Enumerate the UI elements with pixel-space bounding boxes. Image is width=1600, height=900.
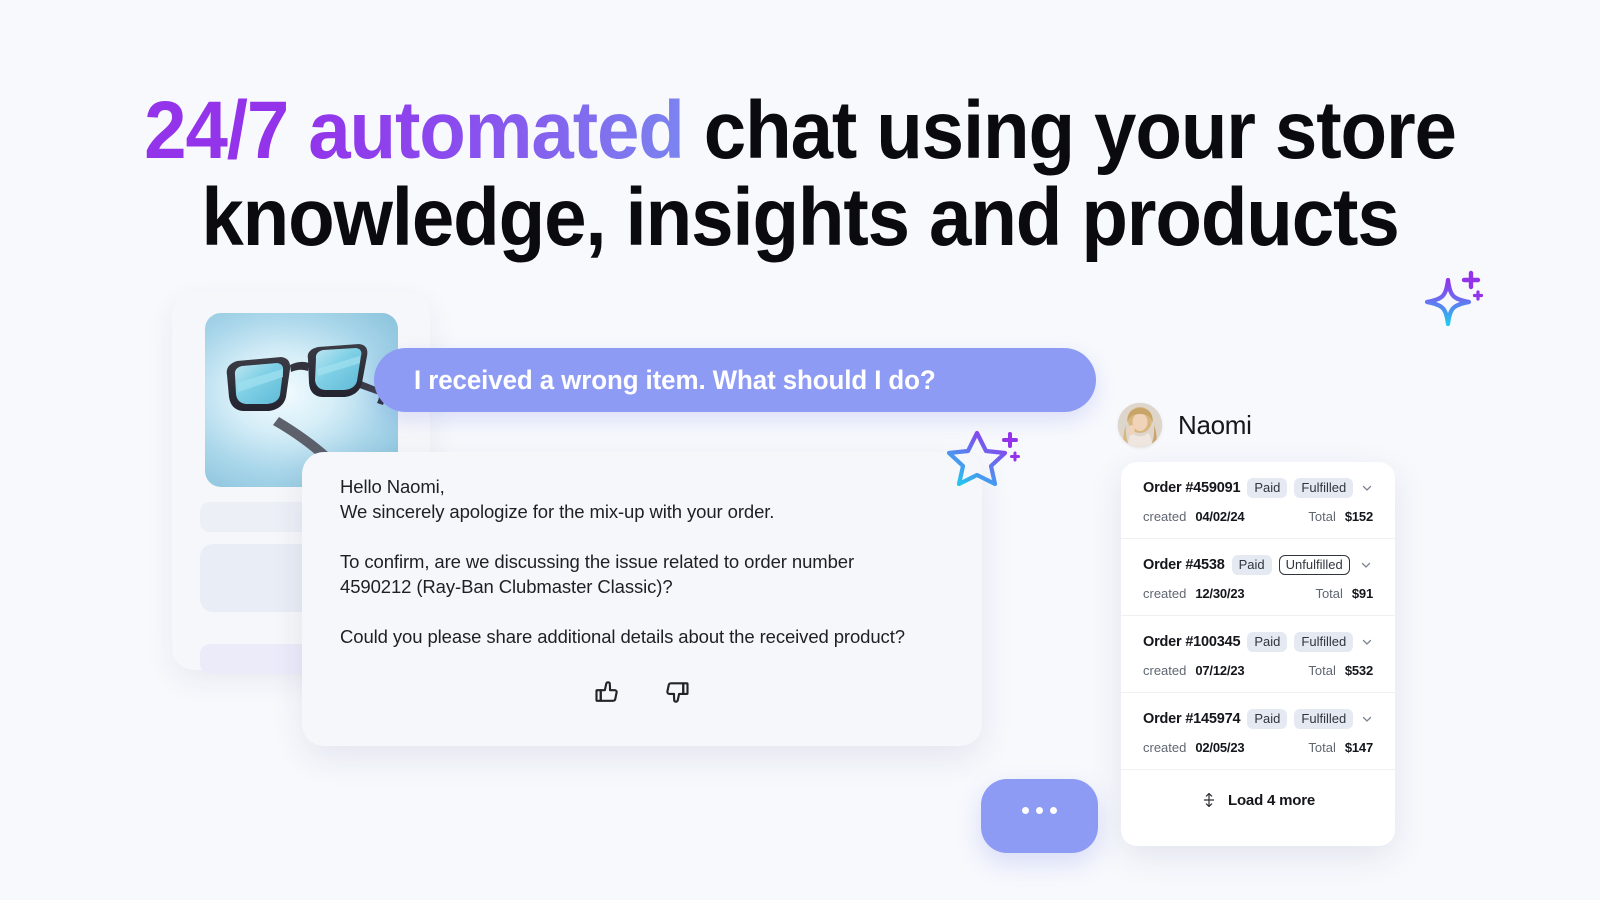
table-row[interactable]: Order #145974 Paid Fulfilled created 02/…: [1121, 693, 1395, 770]
total-value: $91: [1351, 586, 1373, 601]
status-badge-fulfillment: Fulfilled: [1294, 709, 1354, 729]
created-value: 12/30/23: [1195, 586, 1245, 601]
order-id: Order #145974: [1143, 711, 1241, 727]
load-more-label: Load 4 more: [1228, 791, 1315, 809]
created-label: created: [1143, 586, 1187, 601]
total-label: Total: [1308, 509, 1336, 524]
customer-header: Naomi: [1118, 403, 1252, 447]
page-root: 24/7 automated chat using your store kno…: [0, 0, 1600, 900]
bot-message-card: Hello Naomi, We sincerely apologize for …: [302, 452, 982, 746]
four-point-sparkle-icon: [1424, 270, 1484, 327]
thumbs-up-icon: [595, 681, 618, 702]
thumbs-down-icon: [666, 682, 689, 703]
thumbs-down-button[interactable]: [659, 674, 695, 710]
total-label: Total: [1315, 586, 1343, 601]
created-label: created: [1143, 663, 1187, 678]
status-badge-fulfillment: Unfulfilled: [1278, 555, 1350, 575]
order-id: Order #4538: [1143, 557, 1225, 573]
chevron-down-icon[interactable]: [1360, 481, 1374, 495]
chevron-down-icon[interactable]: [1359, 558, 1373, 572]
five-point-star-sparkle-icon: [946, 430, 1020, 487]
typing-indicator-bubble: [981, 779, 1098, 853]
status-badge-fulfillment: Fulfilled: [1294, 632, 1354, 652]
customer-name: Naomi: [1178, 409, 1252, 440]
status-badge-payment: Paid: [1247, 478, 1288, 498]
bot-line-5: Could you please share additional detail…: [340, 626, 905, 647]
table-row[interactable]: Order #459091 Paid Fulfilled created 04/…: [1121, 462, 1395, 539]
bot-line-2: We sincerely apologize for the mix-up wi…: [340, 501, 775, 522]
order-id: Order #459091: [1143, 480, 1241, 496]
total-label: Total: [1308, 740, 1336, 755]
chevron-down-icon[interactable]: [1360, 712, 1374, 726]
avatar-photo: [1118, 403, 1162, 447]
order-id: Order #100345: [1143, 634, 1241, 650]
chevron-down-icon[interactable]: [1360, 635, 1374, 649]
page-title: 24/7 automated chat using your store kno…: [56, 85, 1544, 263]
bot-line-4: 4590212 (Ray-Ban Clubmaster Classic)?: [340, 576, 673, 597]
message-feedback-row: [302, 674, 982, 710]
bot-message-text: Hello Naomi, We sincerely apologize for …: [340, 474, 956, 649]
created-value: 02/05/23: [1195, 740, 1245, 755]
user-message-text: I received a wrong item. What should I d…: [414, 364, 936, 395]
bot-line-1: Hello Naomi,: [340, 476, 445, 497]
load-more-button[interactable]: Load 4 more: [1121, 770, 1395, 830]
headline-gradient-text: 24/7 automated: [144, 85, 685, 176]
total-value: $147: [1344, 740, 1373, 755]
status-badge-payment: Paid: [1247, 709, 1288, 729]
table-row[interactable]: Order #100345 Paid Fulfilled created 07/…: [1121, 616, 1395, 693]
status-badge-payment: Paid: [1247, 632, 1288, 652]
headline-line2: knowledge, insights and products: [201, 171, 1399, 263]
created-value: 07/12/23: [1195, 663, 1245, 678]
expand-vertical-icon: [1203, 793, 1215, 807]
status-badge-payment: Paid: [1231, 555, 1272, 575]
avatar: [1118, 403, 1162, 447]
created-value: 04/02/24: [1195, 509, 1245, 524]
table-row[interactable]: Order #4538 Paid Unfulfilled created 12/…: [1121, 539, 1395, 616]
thumbs-up-button[interactable]: [589, 674, 625, 710]
orders-panel: Order #459091 Paid Fulfilled created 04/…: [1121, 462, 1395, 846]
user-message-bubble: I received a wrong item. What should I d…: [374, 348, 1096, 412]
headline-rest-line1: chat using your store: [683, 85, 1457, 176]
created-label: created: [1143, 509, 1187, 524]
status-badge-fulfillment: Fulfilled: [1294, 478, 1354, 498]
typing-dots: [981, 807, 1098, 814]
bot-line-3: To confirm, are we discussing the issue …: [340, 551, 855, 572]
created-label: created: [1143, 740, 1187, 755]
total-label: Total: [1308, 663, 1336, 678]
total-value: $152: [1344, 509, 1373, 524]
total-value: $532: [1344, 663, 1373, 678]
